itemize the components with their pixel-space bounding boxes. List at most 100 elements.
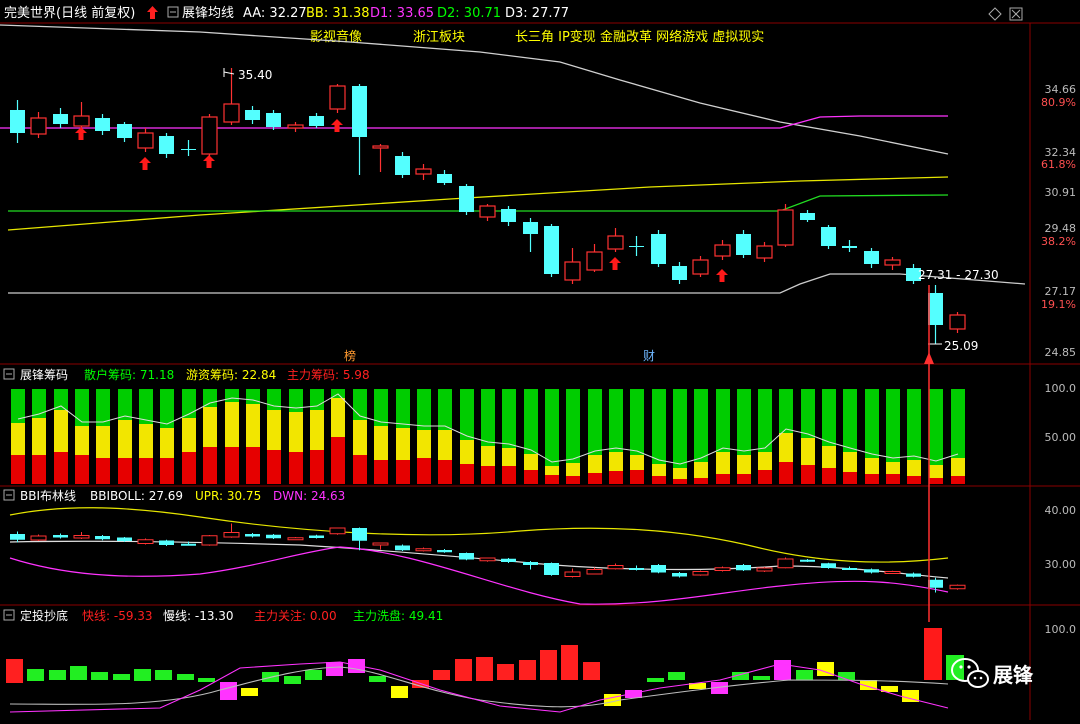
- dip-fast: 快线: -59.33: [82, 609, 153, 623]
- boll-candle: [544, 562, 559, 576]
- chip-bar: [951, 389, 965, 484]
- dip-bar: [519, 660, 536, 680]
- watermark-text: 展锋: [993, 663, 1034, 687]
- chip-bar: [438, 389, 452, 484]
- pct-tick: 80.9%: [1041, 96, 1076, 109]
- dip-bar: [220, 682, 237, 700]
- low-label: 25.09: [944, 339, 978, 353]
- chip-bar: [779, 389, 793, 484]
- boll-candle: [137, 538, 154, 545]
- indicator-value: D3: 27.77: [505, 6, 569, 21]
- chip-bar: [907, 389, 921, 484]
- chip-bar: [182, 389, 196, 484]
- chip-bar: [822, 389, 836, 484]
- chip-bar: [843, 389, 857, 484]
- indicator-value: BB: 31.38: [306, 6, 370, 21]
- dip-bar: [27, 669, 44, 681]
- price-tick: 30.91: [1045, 186, 1077, 199]
- chip-bar: [54, 389, 68, 484]
- boll-candle: [949, 584, 966, 590]
- indicator-values: AA: 32.27 BB: 31.38 D1: 33.65 D2: 30.71 D3: …: [243, 6, 569, 21]
- dip-bar: [155, 670, 172, 680]
- boll-candle: [287, 537, 304, 541]
- dip-bar: [134, 669, 151, 681]
- stock-chart-window: 完美世界(日线 前复权) 展锋均线 AA: 32.27 BB: 31.38 D1: …: [0, 0, 1080, 720]
- candle: [544, 224, 559, 277]
- candle: [736, 230, 751, 258]
- chip-bar: [118, 389, 132, 484]
- chip-bar: [75, 389, 89, 484]
- dip-bar: [476, 657, 493, 681]
- dip-bar: [326, 662, 343, 676]
- chip-bar: [694, 389, 708, 484]
- dip-bar: [70, 666, 87, 680]
- dip-slow: 慢线: -13.30: [163, 609, 234, 623]
- chip-bar: [630, 389, 644, 484]
- chart-canvas[interactable]: 完美世界(日线 前复权) 展锋均线 AA: 32.27 BB: 31.38 D1: …: [0, 0, 1080, 720]
- chip-bar: [32, 389, 46, 484]
- chip-bar: [652, 389, 666, 484]
- pct-tick: 38.2%: [1041, 235, 1076, 248]
- concept-3: 长三角 IP变现 金融改革 网络游戏 虚拟现实: [515, 29, 764, 45]
- price-tick: 29.48: [1045, 222, 1077, 235]
- dip-bar: [796, 670, 813, 680]
- dip-bar: [774, 660, 791, 680]
- concept-2: 浙江板块: [413, 30, 465, 45]
- pct-tick: 19.1%: [1041, 298, 1076, 311]
- indicator-value: D1: 33.65: [370, 6, 434, 21]
- chip-bar: [588, 389, 602, 484]
- rank-marker[interactable]: 榜: [344, 348, 356, 363]
- chip-bar: [267, 389, 281, 484]
- candle: [459, 184, 474, 215]
- chip-bar: [737, 389, 751, 484]
- chips-retail: 散户筹码: 71.18: [84, 367, 174, 382]
- indicator-value: D2: 30.71: [437, 6, 501, 21]
- chip-bar: [160, 389, 174, 484]
- boll-candle: [459, 552, 474, 561]
- candle: [329, 84, 346, 113]
- chip-bar: [758, 389, 772, 484]
- pct-tick: 61.8%: [1041, 158, 1076, 171]
- dip-bar: [455, 659, 472, 681]
- boll-axis-tick: 40.00: [1045, 504, 1077, 517]
- boll-candle: [329, 527, 346, 535]
- boll-candle: [201, 535, 218, 546]
- chip-bar: [11, 389, 25, 484]
- boll-candle: [692, 570, 709, 576]
- boll-candle: [479, 557, 496, 562]
- dip-bar: [647, 678, 664, 682]
- chip-bar: [246, 389, 260, 484]
- boll-axis-tick: 30.00: [1045, 558, 1077, 571]
- chip-bar: [96, 389, 110, 484]
- dip-bar: [924, 628, 942, 680]
- dip-bar: [305, 670, 322, 680]
- chips-title: 展锋筹码: [20, 368, 68, 382]
- boll-candle: [777, 557, 794, 569]
- chip-bar: [801, 389, 815, 484]
- dip-axis-tick: 100.0: [1045, 623, 1077, 636]
- chip-bar: [481, 389, 495, 484]
- chip-bar: [396, 389, 410, 484]
- chips-main: 主力筹码: 5.98: [287, 368, 370, 382]
- chip-bar: [139, 389, 153, 484]
- chip-bar: [609, 389, 623, 484]
- chips-axis-tick: 50.00: [1045, 431, 1077, 444]
- boll-candle: [756, 567, 773, 572]
- dip-bar: [540, 650, 557, 680]
- dip-bar: [6, 659, 23, 683]
- dip-bar: [433, 670, 450, 680]
- dip-bar: [113, 674, 130, 680]
- boll-title: BBI布林线: [20, 489, 76, 503]
- chips-axis-tick: 100.0: [1045, 382, 1077, 395]
- dip-bar: [241, 688, 258, 696]
- candle: [201, 114, 218, 157]
- finance-marker[interactable]: 财: [643, 349, 655, 363]
- boll-candle: [884, 570, 901, 574]
- candle: [651, 230, 666, 267]
- chip-bar: [886, 389, 900, 484]
- chip-bar: [716, 389, 730, 484]
- boll-candle: [736, 564, 751, 571]
- dip-bar: [177, 674, 194, 680]
- stock-title: 完美世界(日线 前复权): [4, 5, 135, 21]
- candle: [266, 110, 281, 130]
